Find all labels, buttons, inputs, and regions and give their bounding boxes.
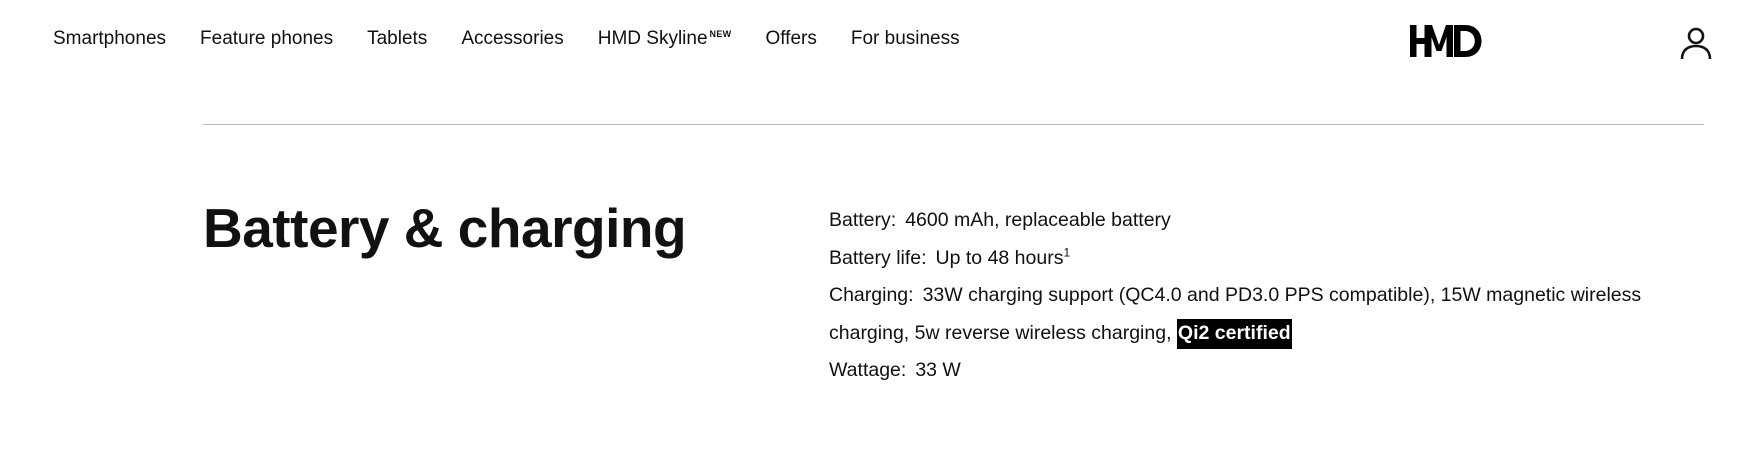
main-nav: Smartphones Feature phones Tablets Acces… [53,28,960,50]
qi2-certified-highlight: Qi2 certified [1176,318,1292,349]
nav-item-smartphones[interactable]: Smartphones [53,28,166,50]
section-title: Battery & charging [203,197,687,259]
user-icon[interactable] [1679,26,1713,60]
nav-item-hmd-skyline[interactable]: HMD Skyline NEW [598,28,732,50]
spec-label-battery-life: Battery life [829,247,927,269]
new-badge: NEW [709,28,732,39]
spec-label-wattage: Wattage [829,359,906,381]
section-divider [203,124,1704,125]
spec-label-battery: Battery [829,209,896,231]
spec-value-wattage: 33 W [915,359,961,382]
nav-item-for-business[interactable]: For business [851,28,960,50]
spec-row-battery: Battery 4600 mAh, replaceable battery [829,202,1709,240]
spec-row-charging: Charging33W charging support (QC4.0 and … [829,277,1709,352]
footnote-marker[interactable]: 1 [1063,245,1070,259]
nav-item-hmd-skyline-label: HMD Skyline [597,28,708,49]
page: Smartphones Feature phones Tablets Acces… [0,0,1738,454]
hmd-logo[interactable] [1410,23,1482,59]
nav-item-offers[interactable]: Offers [765,28,816,50]
nav-item-accessories[interactable]: Accessories [461,28,563,50]
spec-value-battery: 4600 mAh, replaceable battery [905,209,1171,231]
spec-label-charging: Charging [829,284,914,306]
spec-list: Battery 4600 mAh, replaceable battery Bat… [829,202,1709,390]
spec-row-battery-life: Battery life Up to 48 hours1 [829,240,1709,278]
nav-item-tablets[interactable]: Tablets [367,28,427,50]
spec-row-wattage: Wattage 33 W [829,352,1709,390]
nav-item-feature-phones[interactable]: Feature phones [200,28,333,50]
spec-value-battery-life: Up to 48 hours [935,246,1064,269]
